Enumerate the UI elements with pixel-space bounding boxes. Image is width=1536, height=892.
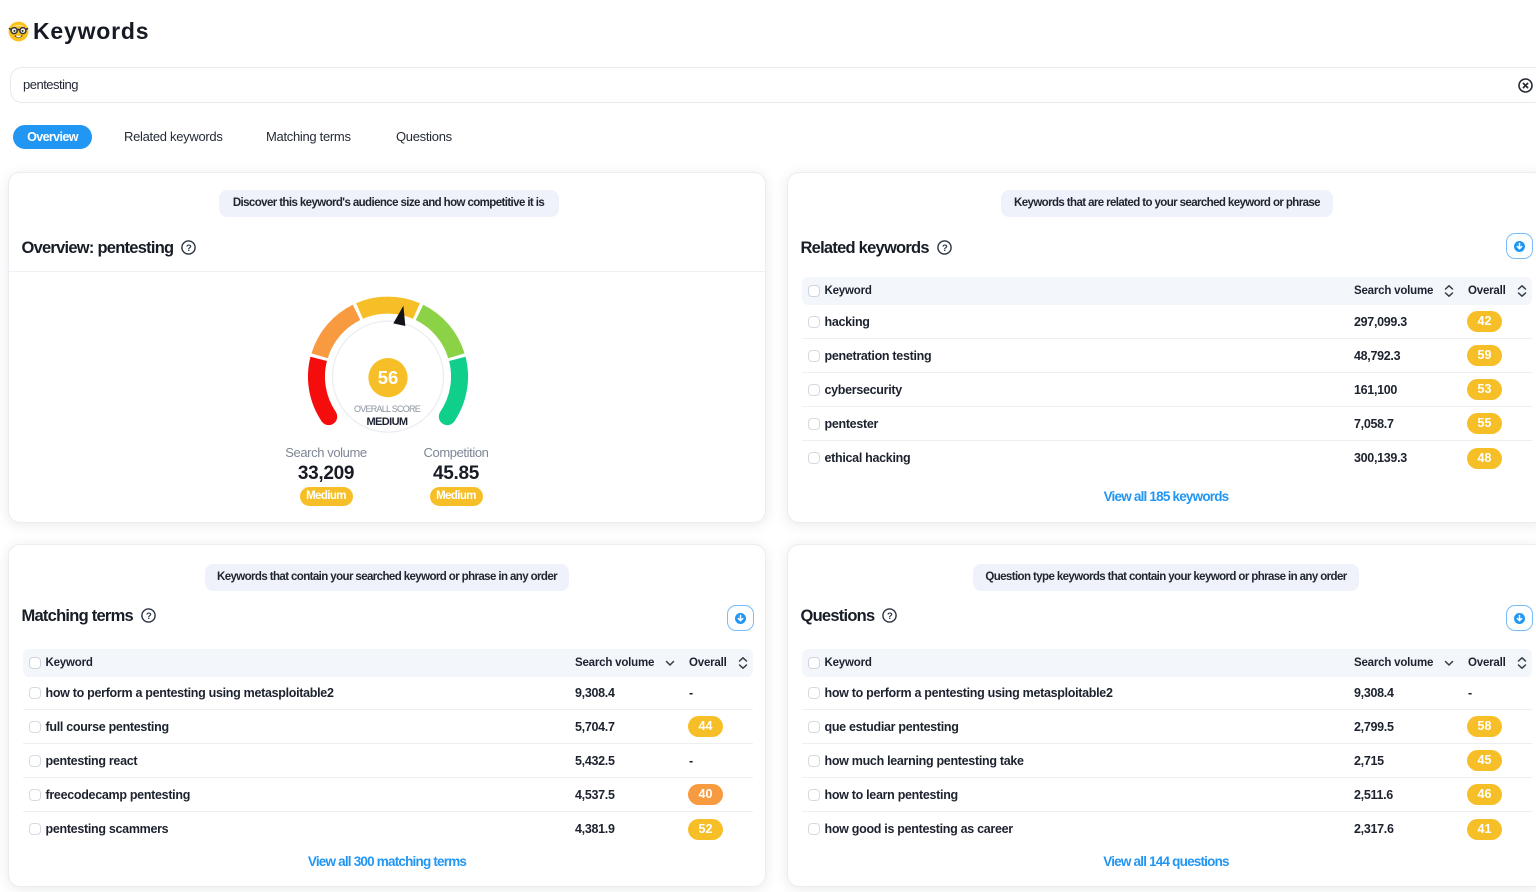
svg-text:56: 56 (378, 367, 399, 388)
svg-text:?: ? (887, 611, 893, 622)
svg-text:?: ? (942, 243, 948, 254)
svg-text:?: ? (146, 611, 152, 622)
svg-text:?: ? (186, 243, 192, 254)
